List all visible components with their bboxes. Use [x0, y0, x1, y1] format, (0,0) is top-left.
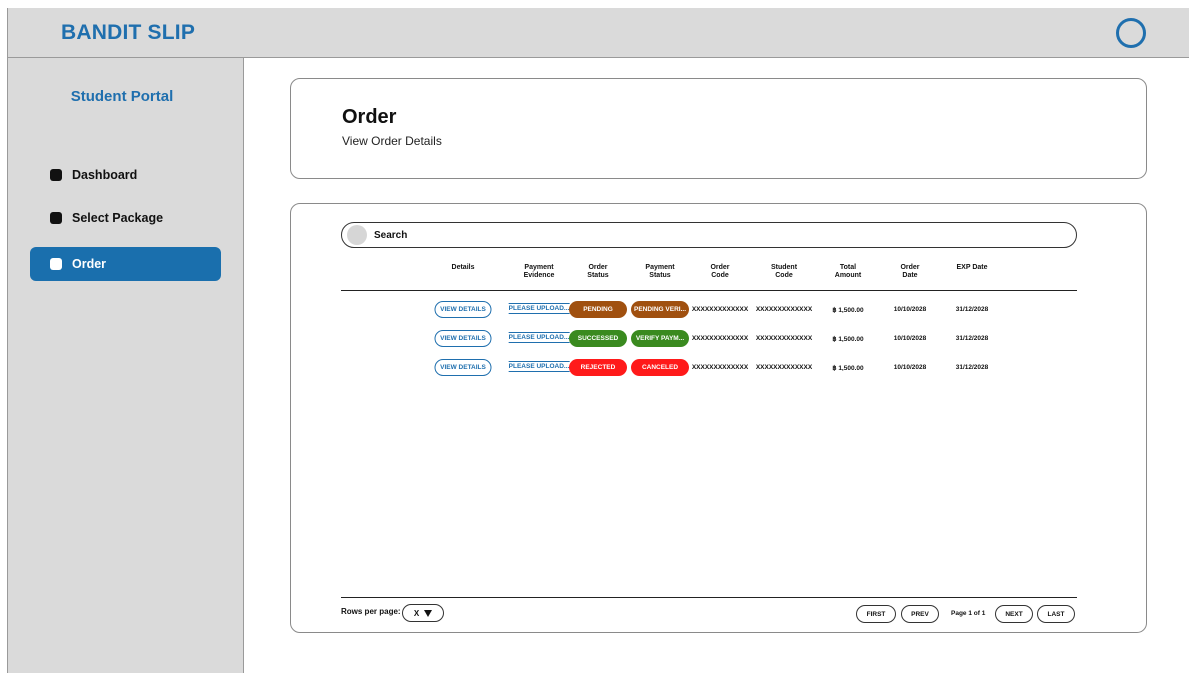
top-bar: BANDIT SLIP: [8, 8, 1189, 58]
column-header: Payment Status: [645, 264, 674, 280]
column-header-line: Code: [711, 272, 729, 279]
column-header-line: Evidence: [523, 272, 555, 279]
upload-evidence-link[interactable]: PLEASE UPLOAD...: [508, 303, 570, 314]
exp-date: 31/12/2028: [955, 306, 989, 313]
footer-divider: [341, 597, 1077, 598]
search-input[interactable]: Search: [341, 222, 1077, 248]
column-header: Details: [452, 264, 475, 272]
total-amount: ฿ 1,500.00: [832, 365, 864, 372]
sidebar-item-label: Dashboard: [72, 168, 138, 182]
search-label: Search: [374, 229, 408, 241]
brand-logo[interactable]: BANDIT SLIP: [61, 21, 195, 45]
order-code: XXXXXXXXXXXXX: [691, 364, 749, 371]
total-amount: ฿ 1,500.00: [832, 307, 864, 314]
page-title: Order: [342, 106, 397, 128]
upload-evidence-link[interactable]: PLEASE UPLOAD...: [508, 361, 570, 372]
page-info: Page 1 of 1: [951, 610, 986, 617]
column-header-line: Amount: [834, 272, 862, 279]
page-subtitle: View Order Details: [342, 134, 442, 148]
sidebar-item-dashboard[interactable]: Dashboard: [30, 158, 221, 192]
rows-per-page-value: X: [413, 608, 420, 618]
column-header-line: Code: [775, 272, 793, 279]
prev-page-button[interactable]: PREV: [901, 605, 939, 623]
order-date: 10/10/2028: [893, 335, 927, 342]
column-header-line: Payment: [645, 264, 675, 271]
student-code: XXXXXXXXXXXXX: [755, 306, 813, 313]
first-page-button[interactable]: FIRST: [856, 605, 896, 623]
view-details-button[interactable]: VIEW DETAILS: [434, 301, 492, 318]
column-header-line: Order: [900, 264, 920, 271]
column-header-line: Status: [587, 272, 609, 279]
student-code: XXXXXXXXXXXXX: [755, 335, 813, 342]
column-header: EXP Date: [957, 264, 988, 272]
column-header: Student Code: [771, 264, 797, 280]
orders-table-card: Search Details Payment Evidence Order Status…: [290, 203, 1147, 633]
square-bullet-icon: [50, 169, 62, 181]
column-header-line: Payment: [524, 264, 554, 271]
column-header: Order Code: [710, 264, 729, 280]
student-code: XXXXXXXXXXXXX: [755, 364, 813, 371]
sidebar: Student Portal Dashboard Select Package …: [8, 58, 244, 673]
upload-evidence-link[interactable]: PLEASE UPLOAD...: [508, 332, 570, 343]
column-header: Total Amount: [835, 264, 861, 280]
column-header: Payment Evidence: [524, 264, 555, 280]
column-header-line: Order: [588, 264, 608, 271]
column-header-line: Order: [710, 264, 730, 271]
square-bullet-icon: [50, 258, 62, 270]
column-header-line: EXP Date: [956, 264, 988, 271]
header-divider: [341, 290, 1077, 291]
payment-status-badge: CANCELED: [631, 359, 689, 376]
square-bullet-icon: [50, 212, 62, 224]
order-status-badge: PENDING: [569, 301, 627, 318]
search-icon: [347, 225, 367, 245]
profile-circle-icon[interactable]: [1116, 18, 1146, 48]
page-header-card: Order View Order Details: [290, 78, 1147, 179]
portal-title: Student Portal: [70, 88, 174, 105]
sidebar-item-label: Order: [72, 257, 107, 271]
view-details-button[interactable]: VIEW DETAILS: [434, 359, 492, 376]
order-date: 10/10/2028: [893, 364, 927, 371]
next-page-button[interactable]: NEXT: [995, 605, 1033, 623]
rows-per-page-label: Rows per page:: [341, 607, 401, 616]
last-page-button[interactable]: LAST: [1037, 605, 1075, 623]
column-header: Order Date: [900, 264, 919, 280]
column-header-line: Details: [451, 264, 475, 271]
column-header-line: Student: [770, 264, 798, 271]
payment-status-badge: PENDING VERI...: [631, 301, 689, 318]
rows-per-page-select[interactable]: X: [402, 604, 444, 622]
column-header-line: Total: [839, 264, 857, 271]
view-details-button[interactable]: VIEW DETAILS: [434, 330, 492, 347]
caret-down-icon: [424, 609, 433, 617]
sidebar-item-order[interactable]: Order: [30, 247, 221, 281]
payment-status-badge: VERIFY PAYM...: [631, 330, 689, 347]
sidebar-item-label: Select Package: [72, 211, 164, 225]
column-header-line: Status: [649, 272, 671, 279]
order-status-badge: SUCCESSED: [569, 330, 627, 347]
column-header-line: Date: [902, 272, 918, 279]
sidebar-item-select-package[interactable]: Select Package: [30, 201, 221, 235]
order-code: XXXXXXXXXXXXX: [691, 306, 749, 313]
total-amount: ฿ 1,500.00: [832, 336, 864, 343]
column-header: Order Status: [587, 264, 608, 280]
exp-date: 31/12/2028: [955, 364, 989, 371]
order-code: XXXXXXXXXXXXX: [691, 335, 749, 342]
exp-date: 31/12/2028: [955, 335, 989, 342]
order-status-badge: REJECTED: [569, 359, 627, 376]
order-date: 10/10/2028: [893, 306, 927, 313]
